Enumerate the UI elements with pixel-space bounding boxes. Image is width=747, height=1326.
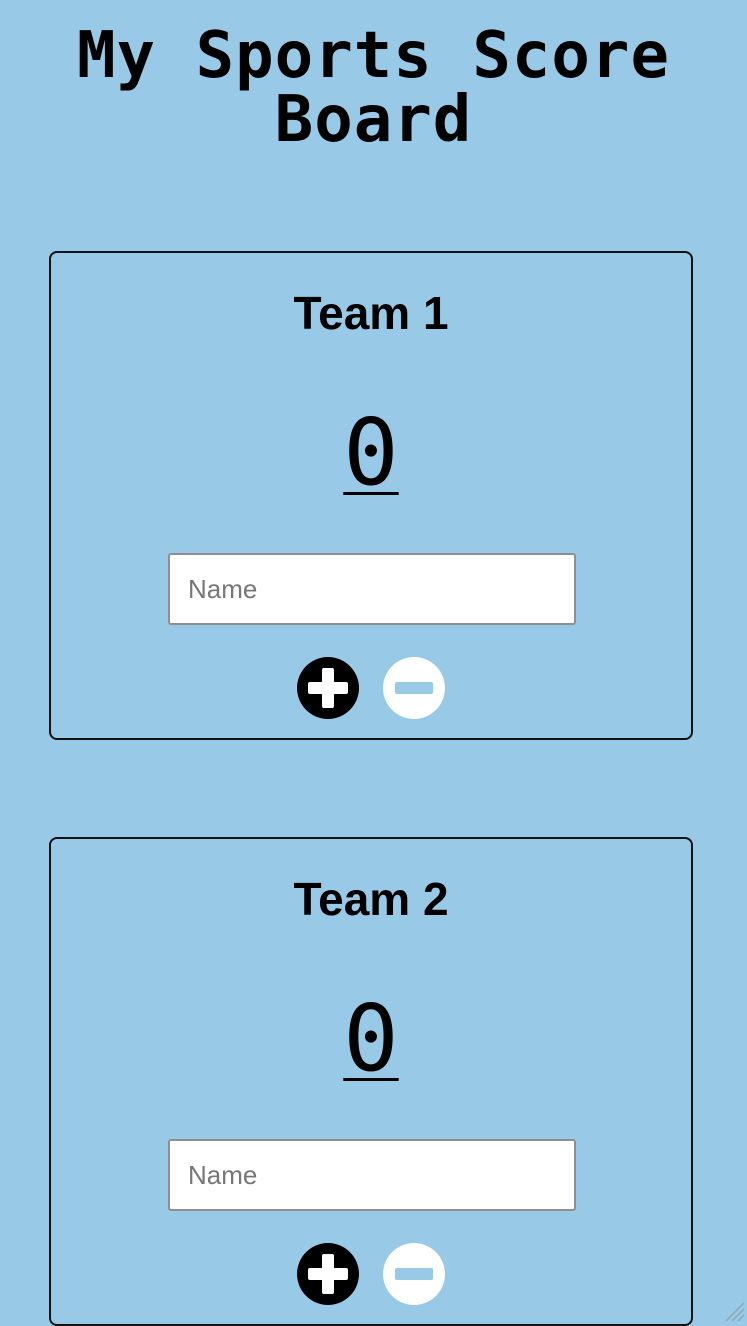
- team-1-name-input[interactable]: [168, 553, 576, 625]
- team-1-score: 0: [343, 399, 399, 506]
- team-2-card: Team 2 0: [49, 837, 693, 1326]
- team-2-name-input[interactable]: [168, 1139, 576, 1211]
- team-2-title: Team 2: [293, 873, 449, 925]
- plus-icon: [308, 668, 348, 708]
- team-1-increment-button[interactable]: [297, 657, 359, 719]
- team-1-decrement-button[interactable]: [383, 657, 445, 719]
- resize-grip-icon[interactable]: [723, 1300, 745, 1322]
- team-2-decrement-button[interactable]: [383, 1243, 445, 1305]
- plus-icon: [308, 1254, 348, 1294]
- team-1-title: Team 1: [293, 287, 449, 339]
- team-1-card: Team 1 0: [49, 251, 693, 740]
- page-title: My Sports Score Board: [77, 19, 670, 157]
- minus-icon: [395, 682, 433, 694]
- team-2-score: 0: [343, 985, 399, 1092]
- team-2-increment-button[interactable]: [297, 1243, 359, 1305]
- minus-icon: [395, 1268, 433, 1280]
